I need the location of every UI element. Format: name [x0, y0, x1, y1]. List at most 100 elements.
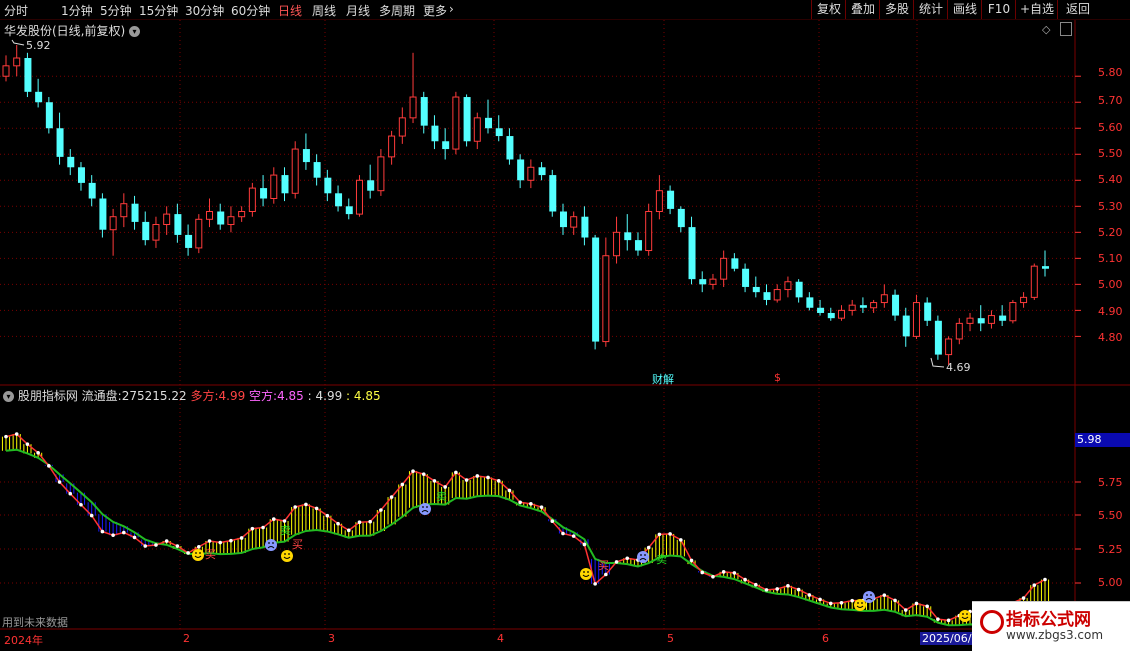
indicator-value-3: : 4.99 [307, 389, 343, 403]
face-eye [288, 553, 290, 555]
chevron-down-icon[interactable]: ▾ [129, 26, 141, 37]
dot-marker [132, 535, 137, 540]
candle-body [581, 216, 589, 238]
dot-marker [496, 479, 501, 483]
candle-body [945, 338, 953, 356]
candle-body [667, 190, 675, 209]
face-eye [857, 602, 859, 604]
candle-body [88, 182, 96, 199]
candle-body [634, 240, 642, 251]
window-icon[interactable] [1060, 22, 1072, 36]
face-eye [195, 552, 197, 554]
date-cursor: 2025/06/ [920, 632, 974, 645]
dot-marker [25, 442, 30, 446]
candle-body [152, 224, 160, 241]
chevron-down-icon[interactable]: ▾ [3, 391, 14, 402]
dot-marker [796, 587, 801, 592]
y-tick: 5.80 [1098, 66, 1123, 79]
sell-signal: 卖 [656, 553, 667, 566]
dividend-marker[interactable]: $ [774, 371, 781, 384]
candle-body [24, 58, 32, 92]
candle-body [1020, 296, 1028, 304]
candle-body [109, 216, 117, 231]
candle-body [431, 125, 439, 142]
news-marker-finance[interactable]: 财解 [652, 371, 674, 387]
dot-marker [443, 485, 447, 489]
candle-body [880, 294, 888, 304]
watermark: 指标公式网 www.zbgs3.com [972, 601, 1130, 651]
candle-body [260, 188, 268, 199]
current-value-badge: 5.98 [1075, 433, 1130, 447]
candle-body [763, 292, 771, 300]
candle-body [999, 315, 1007, 321]
candle-body [592, 237, 600, 342]
dot-marker [593, 582, 597, 586]
dot-marker [507, 488, 512, 493]
dot-marker [700, 570, 705, 575]
candle-body [120, 203, 128, 218]
y-tick: 5.30 [1098, 200, 1123, 213]
candle-body [966, 317, 974, 324]
y-tick: 5.60 [1098, 121, 1123, 134]
dot-marker [518, 500, 522, 505]
dot-marker [271, 517, 276, 521]
date-tick: 3 [328, 632, 335, 645]
face-eye [861, 602, 863, 604]
candle-body [784, 281, 792, 291]
candle-body [367, 180, 375, 191]
dot-marker [1032, 583, 1037, 587]
candle-body [377, 156, 385, 192]
candle-body [506, 136, 514, 160]
candle-body [291, 148, 299, 194]
candle-body [206, 211, 214, 220]
y-tick: 5.20 [1098, 226, 1123, 239]
candle-body [131, 203, 139, 222]
y-tick: 5.50 [1098, 147, 1123, 160]
watermark-url: www.zbgs3.com [1006, 628, 1104, 642]
dot-marker [914, 601, 919, 606]
candle-body [281, 175, 289, 194]
dot-marker [807, 593, 812, 597]
candle-body [335, 193, 343, 207]
candle-body [142, 221, 150, 241]
dot-marker [111, 533, 115, 537]
dot-marker [400, 482, 405, 487]
candle-body [934, 320, 942, 355]
low-price-label: 4.69 [946, 361, 971, 374]
dot-marker [100, 529, 105, 534]
sell-signal: 卖 [280, 524, 291, 537]
candle-body [837, 309, 845, 319]
ind-y-tick: 5.00 [1098, 576, 1123, 589]
dot-marker [314, 506, 319, 511]
dot-marker [207, 539, 212, 543]
dot-marker [475, 474, 480, 478]
candle-body [912, 302, 920, 337]
bear-label: 空方: [249, 389, 278, 403]
face-eye [272, 542, 274, 544]
date-tick: 2024年 [4, 634, 43, 647]
sell-signal: 卖 [436, 490, 447, 503]
dot-marker [646, 545, 651, 550]
candle-body [795, 281, 803, 298]
smile-icon [959, 610, 971, 622]
dot-marker [464, 478, 469, 482]
dot-marker [14, 432, 19, 436]
dot-marker [454, 470, 458, 475]
candle-body [613, 231, 621, 257]
dot-marker [818, 597, 822, 602]
date-tick: 2 [183, 632, 190, 645]
candle-body [355, 179, 363, 215]
candle-body [345, 206, 353, 215]
candle-body [35, 91, 43, 103]
candle-body [892, 294, 900, 316]
dot-marker [743, 577, 747, 582]
face-eye [966, 613, 968, 615]
dot-marker [175, 544, 180, 548]
ind-y-tick: 5.25 [1098, 543, 1123, 556]
y-tick: 4.80 [1098, 331, 1123, 344]
candle-body [752, 286, 760, 293]
dot-marker [839, 600, 844, 605]
candle-body [817, 307, 825, 313]
smile-icon [192, 549, 204, 561]
diamond-icon[interactable]: ◇ [1042, 23, 1050, 36]
